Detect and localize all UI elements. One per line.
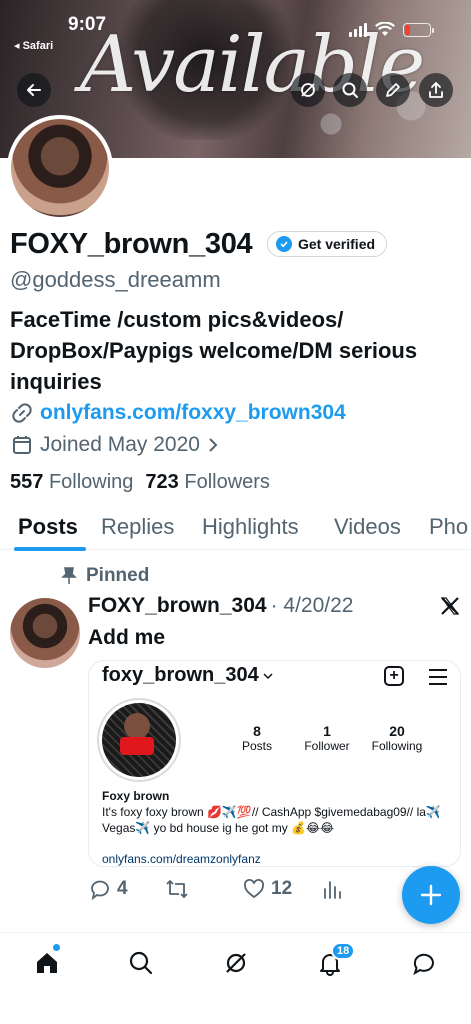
- search-icon: [342, 82, 358, 98]
- follow-stats: 557 Following 723 Followers: [10, 471, 270, 494]
- tweet-author[interactable]: FOXY_brown_304: [88, 594, 267, 618]
- x-logo-icon[interactable]: [440, 596, 460, 616]
- repost-button[interactable]: [164, 877, 190, 901]
- tab-highlights[interactable]: Highlights: [202, 514, 299, 540]
- tweet-text: Add me: [88, 626, 166, 649]
- ig-link: onlyfans.com/dreamzonlyfanz: [102, 852, 261, 866]
- ig-posts-label: Posts: [241, 739, 272, 753]
- signal-icon: [349, 22, 367, 37]
- reply-icon: [91, 880, 109, 901]
- reply-count: 4: [117, 878, 128, 899]
- followers-link[interactable]: 723 Followers: [145, 471, 270, 494]
- ig-username-row: foxy_brown_304: [102, 664, 273, 687]
- ig-avatar: [97, 698, 181, 782]
- chevron-right-icon: [209, 438, 218, 452]
- profile-bio: FaceTime /custom pics&videos/ DropBox/Pa…: [10, 307, 418, 394]
- joined-row[interactable]: Joined May 2020: [10, 433, 220, 457]
- tweet-actions: 4 12: [88, 877, 448, 903]
- tweet-avatar[interactable]: [10, 598, 80, 668]
- ig-following-count: 20: [389, 723, 405, 739]
- active-tab-indicator: [14, 547, 86, 551]
- followers-label: Followers: [184, 471, 270, 493]
- share-icon: [429, 82, 443, 98]
- pencil-icon: [386, 83, 400, 97]
- tweet-header: FOXY_brown_304 · 4/20/22: [88, 594, 353, 618]
- tab-photos[interactable]: Pho: [429, 514, 468, 540]
- back-to-safari[interactable]: ◂ Safari: [14, 39, 53, 52]
- bottom-navigation: 18: [0, 932, 471, 1024]
- home-icon: [37, 953, 57, 973]
- following-label: Following: [48, 471, 134, 493]
- profile-avatar[interactable]: [7, 115, 113, 221]
- get-verified-label: Get verified: [298, 236, 376, 252]
- tab-replies[interactable]: Replies: [101, 514, 174, 540]
- following-link[interactable]: 557 Following: [10, 471, 133, 494]
- ig-bio: It's foxy foxy brown 💋✈️💯// CashApp $giv…: [102, 805, 441, 835]
- ig-following-label: Following: [371, 739, 423, 753]
- ig-menu-icon: [429, 669, 447, 690]
- tab-videos[interactable]: Videos: [334, 514, 401, 540]
- followers-count: 723: [145, 471, 179, 493]
- calendar-icon: [13, 436, 31, 454]
- grok-button[interactable]: [291, 73, 325, 107]
- display-name: FOXY_brown_304: [10, 228, 253, 260]
- profile-link[interactable]: onlyfans.com/foxxy_brown304: [40, 401, 346, 425]
- ig-posts-stat: 8 Posts: [239, 723, 275, 753]
- repost-icon: [166, 880, 188, 898]
- nav-home[interactable]: [33, 949, 61, 977]
- home-unread-dot: [53, 944, 60, 951]
- pin-icon: [61, 567, 77, 584]
- views-icon: [324, 881, 341, 899]
- views-button[interactable]: [322, 877, 344, 901]
- like-count: 12: [271, 878, 293, 899]
- arrow-left-icon: [27, 84, 41, 96]
- link-icon: [12, 403, 32, 423]
- compose-button[interactable]: [402, 866, 460, 924]
- search-icon: [129, 951, 153, 975]
- share-button[interactable]: [419, 73, 453, 107]
- verified-badge-icon: [276, 236, 292, 252]
- pinned-text: Pinned: [86, 565, 150, 586]
- profile-handle: @goddess_dreeamm: [10, 267, 221, 292]
- wifi-icon: [375, 22, 395, 36]
- battery-icon: [403, 22, 434, 37]
- back-button[interactable]: [17, 73, 51, 107]
- like-button[interactable]: 12: [242, 877, 292, 901]
- grok-icon: [301, 83, 315, 97]
- grok-icon: [226, 953, 246, 973]
- tab-posts[interactable]: Posts: [18, 514, 78, 540]
- ig-followers-stat: 1 Follower: [297, 723, 357, 753]
- messages-icon: [413, 953, 434, 976]
- ig-username: foxy_brown_304: [102, 664, 259, 686]
- profile-link-row[interactable]: onlyfans.com/foxxy_brown304: [10, 401, 346, 425]
- search-button[interactable]: [333, 73, 367, 107]
- plus-icon: [420, 884, 442, 906]
- nav-messages[interactable]: [410, 949, 438, 977]
- notifications-badge: 18: [331, 942, 356, 960]
- profile-tabs: Posts Replies Highlights Videos Pho: [0, 508, 471, 551]
- following-count: 557: [10, 471, 44, 493]
- ig-plus-icon: +: [384, 666, 404, 686]
- status-time: 9:07: [68, 14, 107, 35]
- ig-fullname: Foxy brown: [102, 789, 170, 803]
- get-verified-button[interactable]: Get verified: [267, 231, 388, 257]
- tweet-date[interactable]: · 4/20/22: [271, 594, 354, 618]
- tweet-media-image[interactable]: foxy_brown_304 + 8 Posts 1 Follower 20 F…: [88, 660, 461, 867]
- ig-posts-count: 8: [253, 723, 261, 739]
- reply-button[interactable]: 4: [88, 877, 128, 901]
- ig-followers-label: Follower: [304, 739, 350, 753]
- pinned-label: Pinned: [60, 565, 149, 587]
- joined-date: Joined May 2020: [40, 433, 200, 456]
- heart-icon: [244, 879, 264, 899]
- ig-following-stat: 20 Following: [365, 723, 429, 753]
- edit-button[interactable]: [376, 73, 410, 107]
- nav-search[interactable]: [127, 949, 155, 977]
- ig-followers-count: 1: [323, 723, 331, 739]
- nav-grok[interactable]: [222, 949, 250, 977]
- chevron-down-icon: [263, 672, 273, 679]
- status-icons: [349, 22, 434, 37]
